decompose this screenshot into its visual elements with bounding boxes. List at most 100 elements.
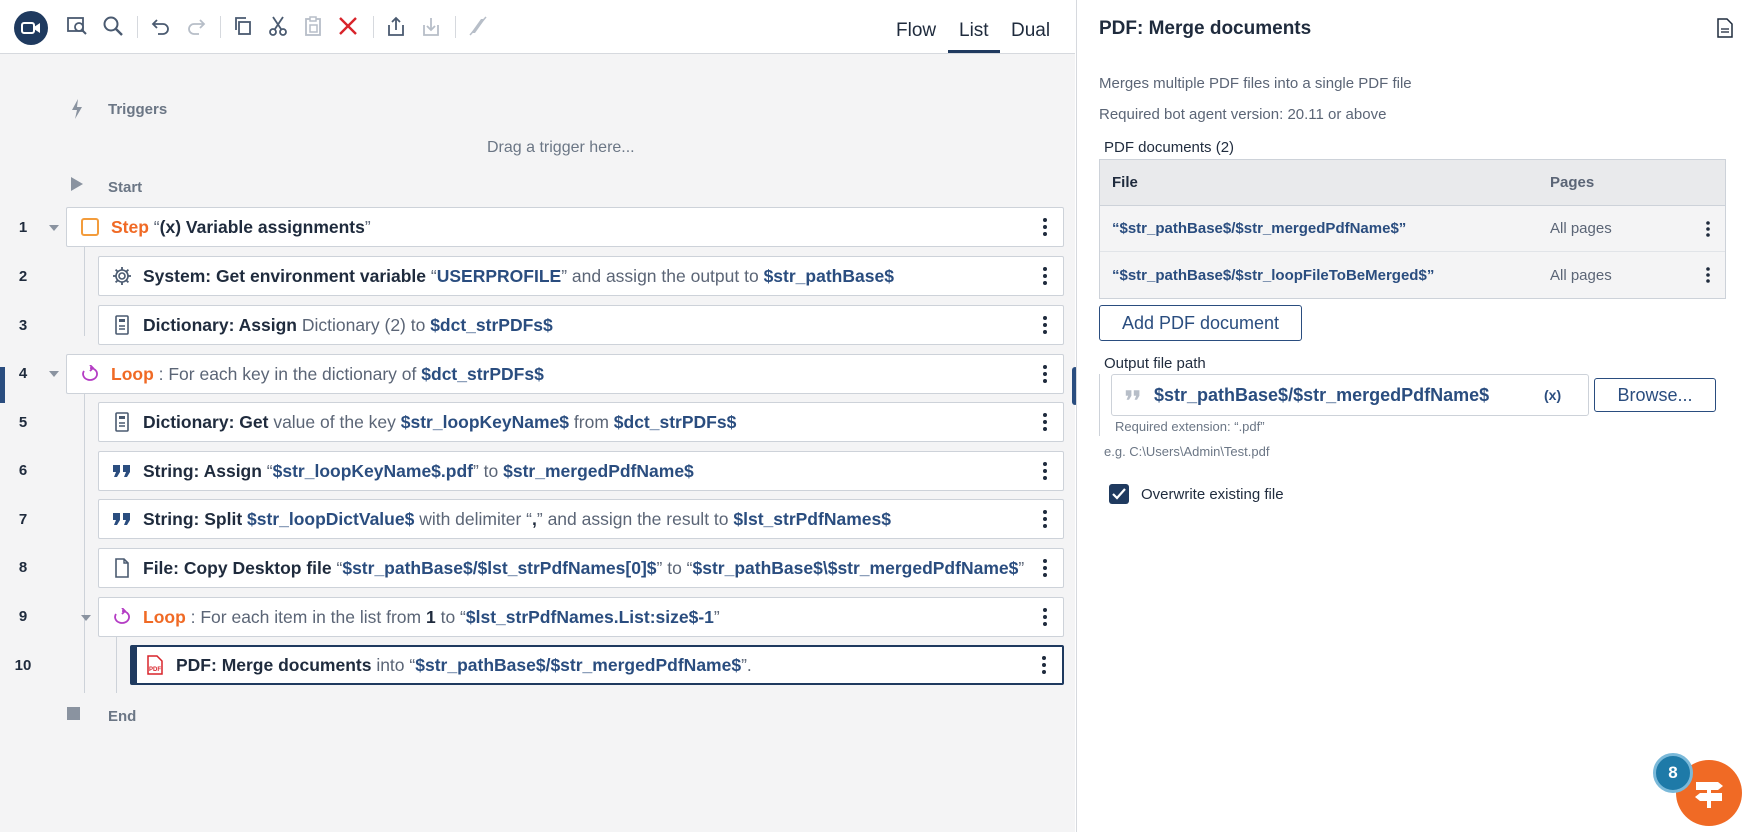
action-text-segment: PDF: Merge documents xyxy=(176,654,372,675)
delete-button[interactable] xyxy=(335,13,361,39)
signpost-icon xyxy=(1695,782,1723,808)
line-number: 4 xyxy=(18,365,28,382)
kebab-menu-icon[interactable] xyxy=(1035,362,1055,386)
trigger-drop-zone[interactable]: Drag a trigger here... xyxy=(487,139,635,157)
action-text-segment: 1 xyxy=(425,606,436,627)
pages-cell: All pages xyxy=(1550,220,1612,237)
variable-token: $dct_strPDFs$ xyxy=(421,363,544,384)
table-row[interactable]: “$str_pathBase$/$str_loopFileToBeMerged$… xyxy=(1100,252,1725,298)
cut-button[interactable] xyxy=(265,13,291,39)
notification-badge: 8 xyxy=(1653,753,1693,793)
action-row[interactable]: String: Split $str_loopDictValue$ with d… xyxy=(98,499,1064,539)
file-cell: “$str_pathBase$/$str_mergedPdfName$” xyxy=(1112,220,1407,237)
kebab-menu-icon[interactable] xyxy=(1035,507,1055,531)
export-button[interactable] xyxy=(383,13,409,39)
tab-dual[interactable]: Dual xyxy=(1011,20,1050,42)
action-text-segment: ” and assign the output to xyxy=(561,265,764,286)
copy-button[interactable] xyxy=(230,13,256,39)
variable-token: $lst_strPdfNames$ xyxy=(733,508,891,529)
redo-icon xyxy=(188,19,206,35)
action-row[interactable]: System: Get environment variable “USERPR… xyxy=(98,256,1064,296)
quote-icon xyxy=(109,506,135,532)
kebab-menu-icon[interactable] xyxy=(1035,556,1055,580)
example-path-hint: e.g. C:\Users\Admin\Test.pdf xyxy=(1104,444,1270,459)
variable-token: $str_loopKeyName$.pdf xyxy=(272,460,473,481)
action-row[interactable]: Step “(x) Variable assignments” xyxy=(66,207,1064,247)
loop-icon xyxy=(109,604,135,630)
record-icon xyxy=(21,22,40,34)
kebab-menu-icon[interactable] xyxy=(1035,605,1055,629)
pdf-icon: PDF xyxy=(142,652,168,678)
action-row[interactable]: String: Assign “$str_loopKeyName$.pdf” t… xyxy=(98,451,1064,491)
action-text-segment: “ xyxy=(331,557,343,578)
kebab-menu-icon[interactable] xyxy=(1035,410,1055,434)
search-file-button[interactable] xyxy=(64,13,90,39)
action-text: Step “(x) Variable assignments” xyxy=(111,217,1035,238)
action-row[interactable]: Loop : For each key in the dictionary of… xyxy=(66,354,1064,394)
action-row[interactable]: Loop : For each item in the list from 1 … xyxy=(98,597,1064,637)
action-text: System: Get environment variable “USERPR… xyxy=(143,266,1035,287)
variable-token: $str_loopKeyName$ xyxy=(400,411,570,432)
action-text-segment: Step xyxy=(111,216,149,237)
lightning-icon xyxy=(72,99,82,119)
kebab-menu-icon[interactable] xyxy=(1035,313,1055,337)
pages-cell: All pages xyxy=(1550,266,1612,284)
output-file-path-value[interactable]: $str_pathBase$/$str_mergedPdfName$ xyxy=(1154,385,1544,406)
undo-icon xyxy=(151,19,169,35)
panel-description: Merges multiple PDF files into a single … xyxy=(1099,75,1412,92)
required-version: Required bot agent version: 20.11 or abo… xyxy=(1099,106,1387,123)
variable-picker-button[interactable]: (x) xyxy=(1544,387,1588,403)
redo-button[interactable] xyxy=(183,13,209,39)
toolbar: Flow List Dual xyxy=(0,0,1075,54)
line-number: 8 xyxy=(18,559,28,576)
file-icon xyxy=(109,555,135,581)
disable-button[interactable] xyxy=(465,13,491,39)
tab-list[interactable]: List xyxy=(959,20,989,42)
svg-text:PDF: PDF xyxy=(149,667,161,673)
action-text-segment: with delimiter “ xyxy=(414,508,532,529)
record-button[interactable] xyxy=(14,11,48,45)
kebab-menu-icon[interactable] xyxy=(1034,653,1054,677)
output-file-path-field[interactable]: $str_pathBase$/$str_mergedPdfName$ (x) xyxy=(1111,374,1589,416)
action-text-segment: “ xyxy=(261,460,273,481)
required-extension-hint: Required extension: “.pdf” xyxy=(1115,419,1265,434)
collapse-toggle[interactable] xyxy=(80,612,92,624)
action-text-segment: : For each key in the dictionary of xyxy=(153,363,422,384)
collapse-toggle[interactable] xyxy=(48,222,60,234)
browse-button[interactable]: Browse... xyxy=(1594,378,1716,412)
overwrite-checkbox[interactable] xyxy=(1109,484,1129,504)
dictionary-icon xyxy=(109,312,135,338)
variable-token: USERPROFILE xyxy=(436,265,562,286)
undo-button[interactable] xyxy=(148,13,174,39)
kebab-menu-icon[interactable] xyxy=(1035,264,1055,288)
action-text-segment: “ xyxy=(148,216,160,237)
search-button[interactable] xyxy=(100,13,126,39)
action-row-selected[interactable]: PDF PDF: Merge documents into “$str_path… xyxy=(130,645,1064,685)
action-text: Dictionary: Assign Dictionary (2) to $dc… xyxy=(143,315,1035,336)
action-row[interactable]: File: Copy Desktop file “$str_pathBase$/… xyxy=(98,548,1064,588)
tab-flow[interactable]: Flow xyxy=(896,20,936,42)
add-pdf-document-button[interactable]: Add PDF document xyxy=(1099,305,1302,341)
collapse-toggle[interactable] xyxy=(48,368,60,380)
action-row[interactable]: Dictionary: Get value of the key $str_lo… xyxy=(98,402,1064,442)
import-icon xyxy=(423,18,439,36)
kebab-menu-icon[interactable] xyxy=(1035,459,1055,483)
kebab-menu-icon[interactable] xyxy=(1690,267,1725,283)
overwrite-label: Overwrite existing file xyxy=(1141,486,1284,503)
toolbar-separator xyxy=(137,16,138,38)
kebab-menu-icon[interactable] xyxy=(1035,215,1055,239)
paste-button[interactable] xyxy=(300,13,326,39)
action-row[interactable]: Dictionary: Assign Dictionary (2) to $dc… xyxy=(98,305,1064,345)
line-number: 9 xyxy=(18,608,28,625)
table-row[interactable]: “$str_pathBase$/$str_mergedPdfName$” All… xyxy=(1100,206,1725,252)
kebab-menu-icon[interactable] xyxy=(1690,220,1725,237)
variable-token: $lst_strPdfNames.List:size$-1 xyxy=(465,606,714,627)
variable-token: $dct_strPDFs$ xyxy=(613,411,737,432)
import-button[interactable] xyxy=(418,13,444,39)
documentation-icon[interactable] xyxy=(1717,18,1735,38)
variable-token: $str_pathBase$/$lst_strPdfNames[0]$ xyxy=(342,557,657,578)
action-text: Loop : For each item in the list from 1 … xyxy=(143,607,1035,628)
action-text-segment: Loop xyxy=(143,606,186,627)
action-text: File: Copy Desktop file “$str_pathBase$/… xyxy=(143,558,1035,579)
pdf-documents-label: PDF documents (2) xyxy=(1104,139,1235,156)
